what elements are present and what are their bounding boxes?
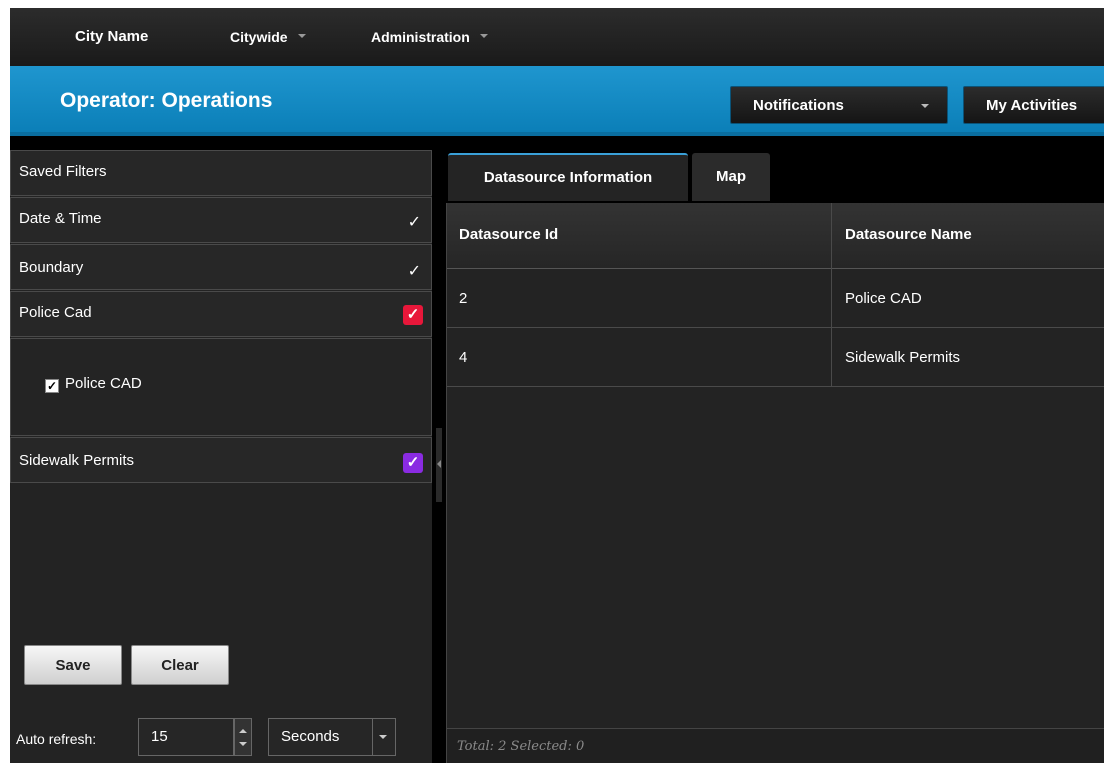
citywide-menu[interactable]: Citywide bbox=[230, 8, 306, 66]
filter-label: Police Cad bbox=[19, 304, 92, 321]
sub-option-label: Police CAD bbox=[65, 375, 142, 392]
tab-map[interactable]: Map bbox=[692, 153, 770, 201]
table-row[interactable]: 4 Sidewalk Permits bbox=[447, 329, 1104, 387]
filter-boundary[interactable]: Boundary ✓ bbox=[10, 244, 432, 290]
my-activities-label: My Activities bbox=[986, 97, 1078, 114]
auto-refresh-label: Auto refresh: bbox=[16, 731, 97, 747]
checkmark-icon: ✓ bbox=[407, 214, 421, 231]
brand-link[interactable]: City Name bbox=[75, 8, 148, 66]
cell-name: Sidewalk Permits bbox=[845, 349, 961, 366]
refresh-unit-value: Seconds bbox=[281, 728, 340, 745]
tab-datasource-information[interactable]: Datasource Information bbox=[448, 153, 688, 201]
checkbox-checked-icon: ✓ bbox=[45, 379, 59, 393]
saved-filters-row[interactable]: Saved Filters bbox=[10, 150, 432, 196]
filter-police-cad[interactable]: Police Cad ✓ bbox=[10, 291, 432, 337]
administration-menu[interactable]: Administration bbox=[371, 8, 488, 66]
chevron-down-icon bbox=[479, 34, 488, 39]
cell-id: 2 bbox=[459, 290, 468, 307]
spinner-down-icon[interactable] bbox=[239, 742, 247, 746]
police-cad-options: ✓ Police CAD bbox=[10, 338, 432, 436]
top-navbar: City Name Citywide Administration bbox=[10, 8, 1104, 66]
cell-id: 4 bbox=[459, 349, 468, 366]
panel-splitter[interactable] bbox=[436, 428, 442, 502]
select-divider bbox=[372, 719, 373, 755]
column-header-name[interactable]: Datasource Name bbox=[845, 226, 972, 243]
table-row[interactable]: 2 Police CAD bbox=[447, 270, 1104, 328]
cell-name: Police CAD bbox=[845, 290, 922, 307]
administration-menu-label: Administration bbox=[371, 29, 470, 45]
notifications-button[interactable]: Notifications bbox=[730, 86, 948, 124]
chevron-down-icon bbox=[921, 104, 929, 108]
spinner-up-icon[interactable] bbox=[239, 729, 247, 733]
sidewalk-permits-checkbox[interactable]: ✓ bbox=[403, 453, 423, 473]
notifications-label: Notifications bbox=[753, 97, 844, 114]
police-cad-sub-option[interactable]: ✓ Police CAD bbox=[45, 375, 142, 393]
table-footer: Total: 2 Selected: 0 bbox=[447, 728, 1104, 763]
police-cad-checkbox[interactable]: ✓ bbox=[403, 305, 423, 325]
table-header: Datasource Id Datasource Name bbox=[447, 203, 1104, 269]
refresh-unit-select[interactable]: Seconds bbox=[268, 718, 396, 756]
checkmark-icon: ✓ bbox=[407, 263, 421, 280]
collapse-arrow-icon[interactable] bbox=[437, 460, 441, 468]
citywide-menu-label: Citywide bbox=[230, 29, 288, 45]
selection-summary: Total: 2 Selected: 0 bbox=[457, 739, 585, 754]
auto-refresh-input[interactable]: 15 bbox=[138, 718, 234, 756]
datasource-table: Datasource Id Datasource Name 2 Police C… bbox=[446, 203, 1104, 763]
filter-label: Sidewalk Permits bbox=[19, 452, 135, 469]
save-button[interactable]: Save bbox=[24, 645, 122, 685]
my-activities-button[interactable]: My Activities bbox=[963, 86, 1104, 124]
clear-button[interactable]: Clear bbox=[131, 645, 229, 685]
filter-date-time[interactable]: Date & Time ✓ bbox=[10, 197, 432, 243]
filter-label: Date & Time bbox=[19, 210, 102, 227]
page-title: Operator: Operations bbox=[60, 89, 273, 112]
chevron-down-icon bbox=[379, 735, 387, 739]
chevron-down-icon bbox=[297, 34, 306, 39]
page-header: Operator: Operations Notifications My Ac… bbox=[10, 66, 1104, 136]
column-header-id[interactable]: Datasource Id bbox=[459, 226, 558, 243]
filter-label: Boundary bbox=[19, 259, 84, 276]
auto-refresh-stepper[interactable] bbox=[234, 718, 252, 756]
saved-filters-label: Saved Filters bbox=[19, 163, 107, 180]
filter-sidewalk-permits[interactable]: Sidewalk Permits ✓ bbox=[10, 437, 432, 483]
brand-label: City Name bbox=[75, 28, 149, 45]
app-window: City Name Citywide Administration Operat… bbox=[10, 8, 1104, 763]
